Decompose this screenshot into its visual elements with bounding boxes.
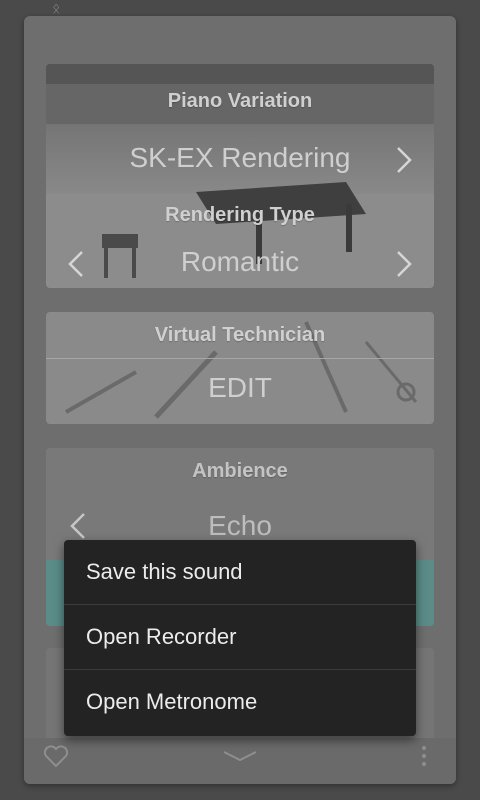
virtual-technician-title: Virtual Technician (154, 324, 326, 346)
heart-icon[interactable] (42, 742, 70, 775)
rendering-type-title: Rendering Type (165, 204, 315, 226)
menu-item-open-metronome[interactable]: Open Metronome (64, 670, 416, 734)
piano-variation-value[interactable]: SK-EX Rendering (46, 142, 434, 174)
virtual-technician-card[interactable]: Virtual Technician EDIT (46, 312, 434, 424)
menu-item-open-recorder[interactable]: Open Recorder (64, 605, 416, 670)
technician-edit-button[interactable]: EDIT (46, 372, 434, 404)
next-variation-arrow-icon[interactable] (388, 140, 420, 180)
next-rendering-arrow-icon[interactable] (388, 244, 420, 284)
more-vertical-icon[interactable] (418, 742, 430, 777)
bottom-bar (24, 738, 456, 784)
menu-item-save-sound[interactable]: Save this sound (64, 540, 416, 605)
rendering-type-value[interactable]: Romantic (46, 246, 434, 278)
card-divider (46, 358, 434, 359)
piano-variation-title: Piano Variation (167, 90, 313, 112)
ambience-title: Ambience (192, 460, 288, 482)
chevron-down-icon[interactable] (220, 742, 260, 775)
piano-variation-card: Piano Variation SK-EX Rendering Renderin… (46, 64, 434, 288)
bluetooth-icon: ᛟ (52, 0, 61, 16)
ambience-value[interactable]: Echo (46, 510, 434, 542)
previous-rendering-arrow-icon[interactable] (60, 244, 92, 284)
overflow-menu: Save this sound Open Recorder Open Metro… (64, 540, 416, 736)
